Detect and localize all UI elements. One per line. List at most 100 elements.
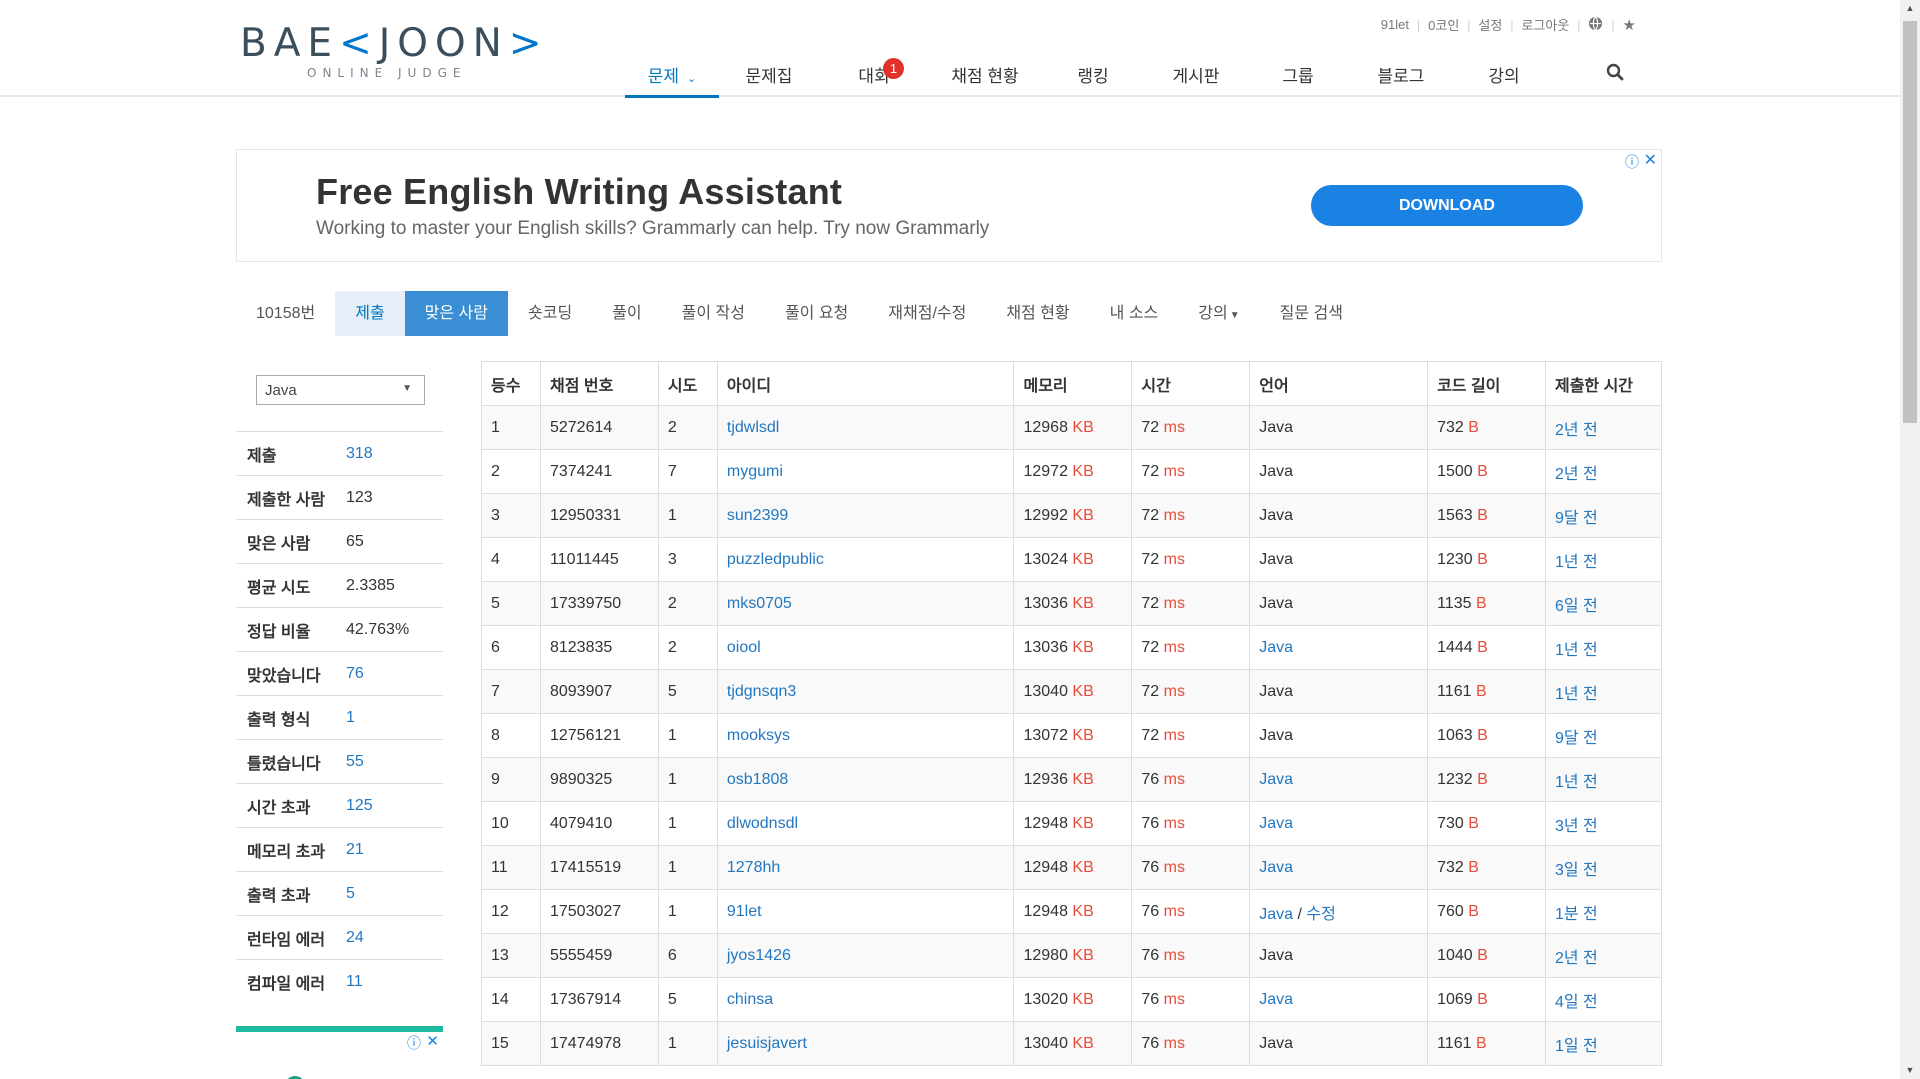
stat-value[interactable]: 21 bbox=[346, 841, 364, 859]
cell-submitted-at[interactable]: 1년 전 bbox=[1544, 625, 1663, 670]
cell-language[interactable]: Java bbox=[1249, 757, 1429, 802]
nav-board[interactable]: 게시판 bbox=[1145, 56, 1247, 98]
time-ago-link[interactable]: 2년 전 bbox=[1555, 466, 1598, 483]
ad-close-icon[interactable]: ✕ bbox=[1644, 150, 1657, 170]
search-icon[interactable] bbox=[1606, 63, 1624, 86]
time-ago-link[interactable]: 4일 전 bbox=[1555, 994, 1598, 1011]
edit-link[interactable]: 수정 bbox=[1306, 906, 1335, 923]
cell-language[interactable]: Java bbox=[1249, 845, 1429, 890]
cell-user-id[interactable]: mygumi bbox=[716, 449, 1015, 494]
nav-groups[interactable]: 그룹 bbox=[1247, 56, 1349, 98]
cell-submitted-at[interactable]: 3일 전 bbox=[1544, 845, 1663, 890]
cell-user-id[interactable]: 91let bbox=[716, 889, 1015, 934]
col-memory[interactable]: 메모리 bbox=[1013, 361, 1133, 406]
language-link[interactable]: Java bbox=[1259, 859, 1293, 876]
sidebar-ad[interactable]: ⓘ ✕ bbox=[236, 1026, 443, 1079]
time-ago-link[interactable]: 1년 전 bbox=[1555, 774, 1598, 791]
cell-submitted-at[interactable]: 4일 전 bbox=[1544, 977, 1663, 1022]
cell-submitted-at[interactable]: 9달 전 bbox=[1544, 493, 1663, 538]
cell-submitted-at[interactable]: 1년 전 bbox=[1544, 669, 1663, 714]
language-link[interactable]: Java bbox=[1259, 815, 1293, 832]
cell-submitted-at[interactable]: 2년 전 bbox=[1544, 449, 1663, 494]
time-ago-link[interactable]: 1년 전 bbox=[1555, 686, 1598, 703]
time-ago-link[interactable]: 2년 전 bbox=[1555, 422, 1598, 439]
language-link[interactable]: Java bbox=[1259, 771, 1293, 788]
ad-close-icon[interactable]: ✕ bbox=[426, 1032, 439, 1050]
cell-user-id[interactable]: sun2399 bbox=[716, 493, 1015, 538]
user-link[interactable]: 91let bbox=[727, 903, 762, 920]
cell-submitted-at[interactable]: 1년 전 bbox=[1544, 537, 1663, 582]
cell-user-id[interactable]: mks0705 bbox=[716, 581, 1015, 626]
cell-user-id[interactable]: 1278hh bbox=[716, 845, 1015, 890]
language-link[interactable]: Java bbox=[1259, 991, 1293, 1008]
cell-submitted-at[interactable]: 1분 전 bbox=[1544, 889, 1663, 934]
stat-value[interactable]: 1 bbox=[346, 709, 355, 727]
cell-submitted-at[interactable]: 6일 전 bbox=[1544, 581, 1663, 626]
stat-value[interactable]: 5 bbox=[346, 885, 355, 903]
time-ago-link[interactable]: 6일 전 bbox=[1555, 598, 1598, 615]
col-submission[interactable]: 채점 번호 bbox=[539, 361, 659, 406]
nav-ranking[interactable]: 랭킹 bbox=[1041, 56, 1145, 98]
cell-user-id[interactable]: jyos1426 bbox=[716, 933, 1015, 978]
time-ago-link[interactable]: 1분 전 bbox=[1555, 906, 1598, 923]
col-code-length[interactable]: 코드 길이 bbox=[1427, 361, 1546, 406]
cell-user-id[interactable]: tjdwlsdl bbox=[716, 405, 1015, 450]
stat-value[interactable]: 24 bbox=[346, 929, 364, 947]
cell-submitted-at[interactable]: 3년 전 bbox=[1544, 801, 1663, 846]
tab-status[interactable]: 채점 현황 bbox=[986, 291, 1089, 336]
cell-user-id[interactable]: dlwodnsdl bbox=[716, 801, 1015, 846]
user-link[interactable]: tjdwlsdl bbox=[727, 419, 779, 436]
user-link[interactable]: osb1808 bbox=[727, 771, 788, 788]
globe-icon[interactable] bbox=[1580, 16, 1611, 34]
user-link[interactable]: puzzledpublic bbox=[727, 551, 824, 568]
col-user-id[interactable]: 아이디 bbox=[716, 361, 1015, 406]
nav-problems[interactable]: 문제 ⌄ bbox=[625, 56, 719, 98]
time-ago-link[interactable]: 3년 전 bbox=[1555, 818, 1598, 835]
cell-user-id[interactable]: osb1808 bbox=[716, 757, 1015, 802]
cell-user-id[interactable]: puzzledpublic bbox=[716, 537, 1015, 582]
user-link[interactable]: oiool bbox=[727, 639, 761, 656]
site-logo[interactable]: BAE<JOON> ONLINE JUDGE bbox=[240, 24, 549, 81]
scroll-up-arrow-icon[interactable]: ▲ bbox=[1900, 0, 1920, 17]
tab-submit[interactable]: 제출 bbox=[335, 291, 405, 336]
user-link[interactable]: tjdgnsqn3 bbox=[727, 683, 796, 700]
cell-user-id[interactable]: tjdgnsqn3 bbox=[716, 669, 1015, 714]
tab-question-search[interactable]: 질문 검색 bbox=[1260, 291, 1363, 336]
tab-rejudge[interactable]: 재채점/수정 bbox=[868, 291, 986, 336]
cell-user-id[interactable]: oiool bbox=[716, 625, 1015, 670]
user-link[interactable]: 1278hh bbox=[727, 859, 780, 876]
scrollbar-thumb[interactable] bbox=[1903, 21, 1917, 423]
language-select[interactable]: Java ▼ bbox=[256, 375, 425, 405]
tab-request-solution[interactable]: 풀이 요청 bbox=[765, 291, 868, 336]
tab-accepted-users[interactable]: 맞은 사람 bbox=[404, 291, 508, 336]
language-link[interactable]: Java bbox=[1259, 639, 1293, 656]
cell-submitted-at[interactable]: 2년 전 bbox=[1544, 933, 1663, 978]
ad-banner[interactable]: Free English Writing Assistant Working t… bbox=[236, 149, 1662, 262]
cell-language[interactable]: Java / 수정 bbox=[1249, 889, 1429, 934]
time-ago-link[interactable]: 2년 전 bbox=[1555, 950, 1598, 967]
cell-user-id[interactable]: mooksys bbox=[716, 713, 1015, 758]
time-ago-link[interactable]: 1일 전 bbox=[1555, 1038, 1598, 1055]
ad-info-icon[interactable]: ⓘ bbox=[1625, 152, 1639, 172]
nav-status[interactable]: 채점 현황 bbox=[929, 56, 1041, 98]
time-ago-link[interactable]: 9달 전 bbox=[1555, 730, 1598, 747]
user-link[interactable]: dlwodnsdl bbox=[727, 815, 798, 832]
settings-link[interactable]: 설정 bbox=[1470, 15, 1510, 34]
col-submitted-at[interactable]: 제출한 시간 bbox=[1544, 361, 1663, 406]
tab-lectures[interactable]: 강의 ▼ bbox=[1178, 291, 1259, 336]
col-rank[interactable]: 등수 bbox=[481, 361, 541, 406]
logout-link[interactable]: 로그아웃 bbox=[1513, 15, 1577, 34]
stat-value[interactable]: 318 bbox=[346, 445, 373, 463]
user-link[interactable]: mygumi bbox=[727, 463, 783, 480]
nav-blog[interactable]: 블로그 bbox=[1349, 56, 1453, 98]
col-time[interactable]: 시간 bbox=[1131, 361, 1251, 406]
ad-download-button[interactable]: DOWNLOAD bbox=[1311, 185, 1583, 226]
nav-lectures[interactable]: 강의 bbox=[1453, 56, 1555, 98]
coin-link[interactable]: 0코인 bbox=[1420, 15, 1467, 34]
tab-write-solution[interactable]: 풀이 작성 bbox=[662, 291, 765, 336]
cell-submitted-at[interactable]: 9달 전 bbox=[1544, 713, 1663, 758]
user-link[interactable]: chinsa bbox=[727, 991, 773, 1008]
cell-language[interactable]: Java bbox=[1249, 977, 1429, 1022]
col-language[interactable]: 언어 bbox=[1249, 361, 1429, 406]
nav-contests[interactable]: 대회 1 bbox=[819, 56, 929, 98]
